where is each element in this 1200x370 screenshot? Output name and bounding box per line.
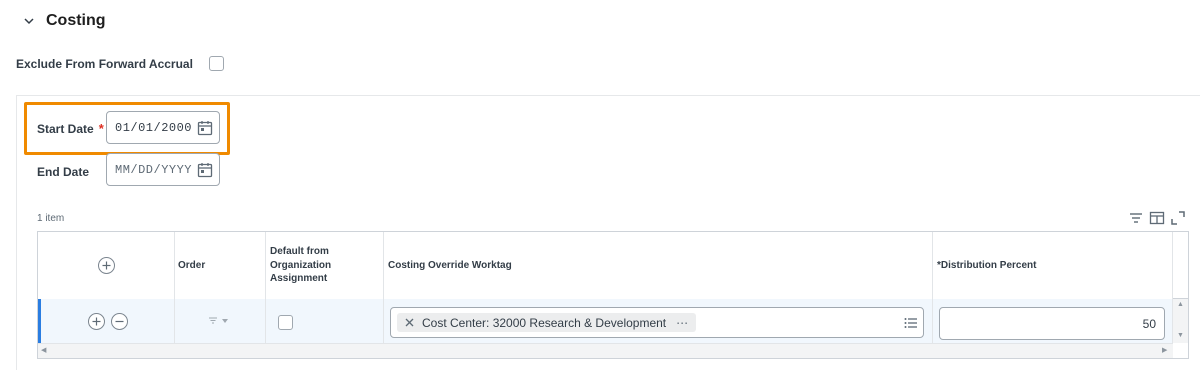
table-row: Cost Center: 32000 Research & Developmen… xyxy=(38,299,1173,343)
costing-grid: Order Default from Organization Assignme… xyxy=(37,231,1189,359)
header-distribution-percent-label: *Distribution Percent xyxy=(937,260,1037,271)
filter-icon[interactable] xyxy=(1128,210,1144,226)
grid-header-row: Order Default from Organization Assignme… xyxy=(38,232,1188,299)
calendar-icon[interactable] xyxy=(197,162,213,178)
minus-icon xyxy=(115,320,123,322)
row-default-cell xyxy=(266,299,384,343)
header-distribution-percent[interactable]: *Distribution Percent xyxy=(933,232,1173,299)
header-add-cell xyxy=(38,232,175,299)
section-title: Costing xyxy=(46,12,106,29)
close-icon[interactable] xyxy=(405,318,414,327)
row-percent-cell: 50 xyxy=(933,299,1173,343)
reorder-icon[interactable] xyxy=(207,316,233,326)
plus-icon xyxy=(92,317,100,325)
plus-icon xyxy=(102,261,110,270)
list-prompt-icon[interactable] xyxy=(903,315,919,331)
header-order[interactable]: Order xyxy=(175,232,266,299)
column-layout-icon[interactable] xyxy=(1149,210,1165,226)
worktag-input[interactable]: Cost Center: 32000 Research & Developmen… xyxy=(390,307,924,338)
header-default-from-org-label: Default from Organization Assignment xyxy=(270,246,332,285)
header-default-from-org[interactable]: Default from Organization Assignment xyxy=(266,232,384,299)
costing-section-header[interactable]: Costing xyxy=(22,12,106,30)
add-row-button[interactable] xyxy=(87,312,105,330)
worktag-value: Cost Center: 32000 Research & Developmen… xyxy=(422,315,667,330)
header-order-label: Order xyxy=(178,260,206,271)
end-date-label-group: End Date xyxy=(37,163,89,181)
more-options-icon[interactable]: ⋯ xyxy=(676,316,688,330)
row-worktag-cell: Cost Center: 32000 Research & Developmen… xyxy=(384,299,933,343)
expand-icon[interactable] xyxy=(1170,210,1186,226)
end-date-label: End Date xyxy=(37,165,90,179)
scroll-up-arrow[interactable]: ▲ xyxy=(1177,301,1184,308)
row-actions-cell xyxy=(41,299,175,343)
row-order-cell[interactable] xyxy=(175,299,266,343)
add-row-button[interactable] xyxy=(97,257,115,274)
end-date-placeholder[interactable]: MM/DD/YYYY xyxy=(115,163,192,177)
header-costing-override[interactable]: Costing Override Worktag xyxy=(384,232,933,299)
exclude-forward-accrual-checkbox[interactable] xyxy=(208,56,224,71)
vertical-scrollbar[interactable]: ▲ ▼ xyxy=(1173,299,1188,343)
scroll-right-arrow[interactable]: ▶ xyxy=(1162,346,1167,354)
chevron-down-icon[interactable] xyxy=(22,14,36,28)
distribution-percent-input[interactable]: 50 xyxy=(939,307,1165,340)
horizontal-scrollbar[interactable]: ◀ ▶ xyxy=(38,343,1173,358)
scroll-left-arrow[interactable]: ◀ xyxy=(41,346,46,354)
exclude-forward-accrual-row: Exclude From Forward Accrual xyxy=(16,56,224,71)
scroll-down-arrow[interactable]: ▼ xyxy=(1177,332,1184,339)
header-costing-override-label: Costing Override Worktag xyxy=(388,260,512,271)
end-date-input[interactable]: MM/DD/YYYY xyxy=(106,153,220,186)
worktag-pill[interactable]: Cost Center: 32000 Research & Developmen… xyxy=(397,313,697,332)
default-from-org-checkbox[interactable] xyxy=(278,315,293,330)
start-date-highlight-box xyxy=(24,102,230,155)
remove-row-button[interactable] xyxy=(110,312,128,330)
exclude-forward-accrual-label: Exclude From Forward Accrual xyxy=(16,56,193,71)
item-count: 1 item xyxy=(37,213,65,224)
